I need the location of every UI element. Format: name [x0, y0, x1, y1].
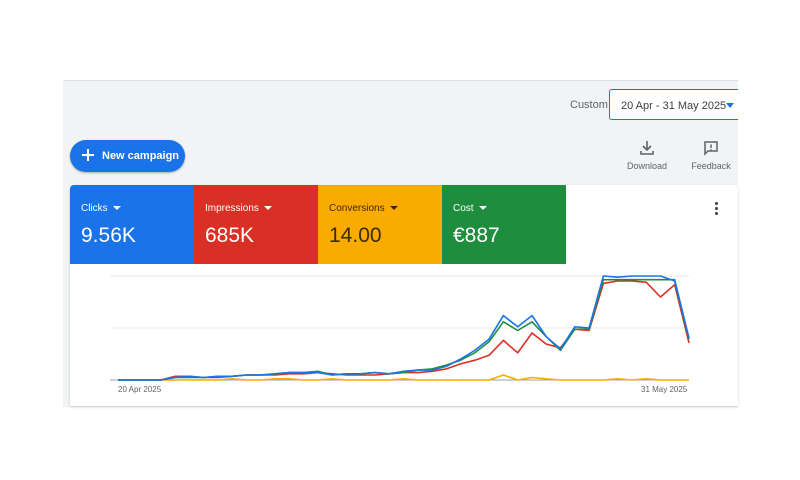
x-axis-end-label: 31 May 2025	[641, 385, 688, 394]
feedback-label: Feedback	[691, 161, 731, 171]
date-range-type-label: Custom	[570, 99, 608, 111]
date-range-value: 20 Apr - 31 May 2025	[621, 100, 727, 112]
feedback-button[interactable]: Feedback	[686, 140, 736, 171]
new-campaign-label: New campaign	[102, 150, 180, 162]
series-line-1	[118, 280, 690, 381]
download-label: Download	[626, 161, 668, 171]
plus-icon	[82, 149, 94, 161]
download-button[interactable]: Download	[622, 140, 672, 171]
date-range-selector[interactable]: 20 Apr - 31 May 2025	[609, 89, 738, 120]
performance-chart	[110, 275, 690, 381]
series-line-2	[118, 278, 690, 381]
x-axis-start-label: 20 Apr 2025	[118, 385, 162, 394]
download-icon	[640, 141, 654, 155]
chevron-down-icon	[726, 103, 734, 108]
feedback-icon	[704, 141, 718, 156]
performance-card: Clicks 9.56K Impressions 685K Conversion…	[70, 185, 738, 406]
new-campaign-button[interactable]: New campaign	[70, 140, 185, 172]
